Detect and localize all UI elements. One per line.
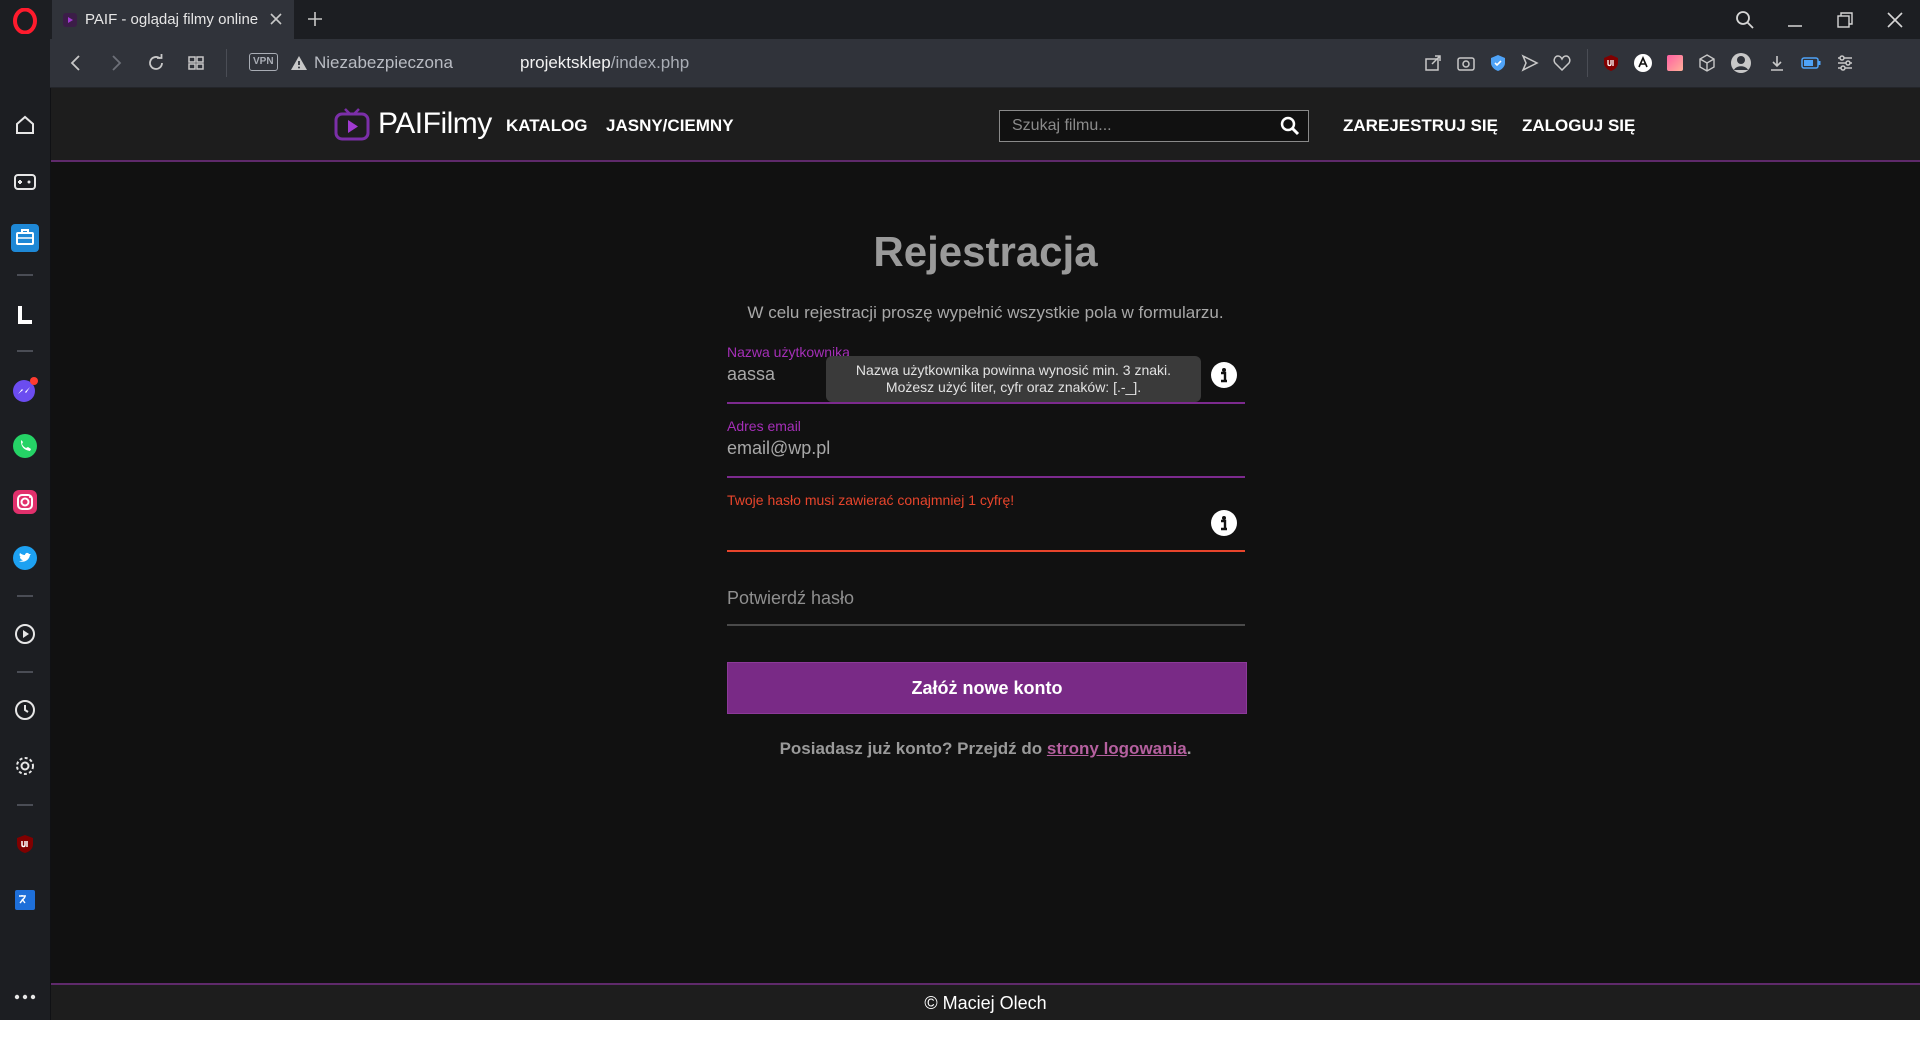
heart-icon[interactable] bbox=[1551, 52, 1573, 74]
email-label: Adres email bbox=[727, 418, 801, 434]
vpn-badge[interactable]: VPN bbox=[249, 53, 278, 71]
confirm-password-underline bbox=[727, 624, 1245, 626]
password-error-message: Twoje hasło musi zawierać conajmniej 1 c… bbox=[727, 492, 1015, 508]
sidebar-separator bbox=[17, 350, 33, 352]
reload-icon[interactable] bbox=[144, 51, 168, 75]
logo-text: PAIFilmy bbox=[378, 107, 492, 140]
tracker-blocker-shield-icon[interactable] bbox=[1487, 52, 1509, 74]
sidebar-separator bbox=[17, 804, 33, 806]
theme-dark-label: CIEMNY bbox=[667, 116, 734, 135]
ublock-icon[interactable] bbox=[10, 829, 40, 859]
instagram-icon[interactable] bbox=[10, 487, 40, 517]
battery-saver-icon[interactable] bbox=[1800, 52, 1822, 74]
more-options-icon[interactable] bbox=[10, 982, 40, 1012]
tooltip-line-2: Możesz użyć liter, cyfr oraz znaków: [.-… bbox=[885, 379, 1142, 395]
tab-favicon-icon bbox=[63, 12, 77, 27]
password-field[interactable]: Twoje hasło musi zawierać conajmniej 1 c… bbox=[727, 492, 1245, 552]
login-hint-suffix: . bbox=[1186, 739, 1192, 758]
profile-avatar-icon[interactable] bbox=[1730, 52, 1752, 74]
search-tabs-icon[interactable] bbox=[1733, 8, 1757, 32]
l-app-icon[interactable] bbox=[10, 300, 40, 330]
confirm-password-field[interactable]: Potwierdź hasło bbox=[727, 566, 1245, 626]
settings-gear-icon[interactable] bbox=[10, 751, 40, 781]
create-account-button[interactable]: Załóż nowe konto bbox=[727, 662, 1247, 714]
browser-sidebar bbox=[0, 0, 51, 1020]
ublock-extension-icon[interactable] bbox=[1600, 52, 1622, 74]
login-hint-text: Posiadasz już konto? Przejdź do bbox=[779, 739, 1047, 758]
opera-logo-icon[interactable] bbox=[10, 6, 40, 36]
email-underline bbox=[727, 476, 1245, 478]
page-subtitle: W celu rejestracji proszę wypełnić wszys… bbox=[747, 303, 1224, 322]
login-page-link[interactable]: strony logowania bbox=[1047, 739, 1187, 758]
cube-extension-icon[interactable] bbox=[1696, 52, 1718, 74]
sidebar-separator bbox=[17, 595, 33, 597]
color-extension-icon[interactable] bbox=[1664, 52, 1686, 74]
page-title: Rejestracja bbox=[873, 228, 1098, 275]
password-info-icon[interactable] bbox=[1211, 510, 1237, 536]
forward-icon[interactable] bbox=[104, 51, 128, 75]
toolbar-divider bbox=[226, 49, 227, 77]
nav-catalog-link[interactable]: KATALOG bbox=[506, 116, 588, 136]
player-icon[interactable] bbox=[10, 619, 40, 649]
address-bar: VPN Niezabezpieczona projektsklep/index.… bbox=[50, 39, 1920, 88]
twitter-icon[interactable] bbox=[10, 543, 40, 573]
workspace-briefcase-icon[interactable] bbox=[10, 223, 40, 253]
nav-login-link[interactable]: ZALOGUJ SIĘ bbox=[1522, 116, 1635, 136]
tab-title: PAIF - oglądaj filmy online bbox=[85, 11, 259, 28]
toolbar-divider bbox=[1587, 49, 1588, 77]
url-host: projektsklep bbox=[520, 53, 611, 72]
username-tooltip: Nazwa użytkownika powinna wynosić min. 3… bbox=[826, 356, 1201, 402]
tooltip-line-1: Nazwa użytkownika powinna wynosić min. 3… bbox=[855, 362, 1172, 378]
username-value[interactable]: aassa bbox=[727, 364, 775, 385]
back-icon[interactable] bbox=[64, 51, 88, 75]
email-value[interactable]: email@wp.pl bbox=[727, 438, 830, 459]
site-footer: © Maciej Olech bbox=[51, 983, 1920, 1020]
tab-strip: PAIF - oglądaj filmy online bbox=[50, 0, 1920, 39]
new-tab-icon[interactable] bbox=[306, 10, 324, 33]
footer-text: © Maciej Olech bbox=[924, 993, 1047, 1013]
login-hint: Posiadasz już konto? Przejdź do strony l… bbox=[51, 739, 1920, 759]
sidebar-separator bbox=[17, 274, 33, 276]
page-viewport: PAIFilmy KATALOG JASNY/CIEMNY ZAREJESTRU… bbox=[51, 88, 1920, 1020]
sidebar-separator bbox=[17, 671, 33, 673]
theme-toggle-link[interactable]: JASNY/CIEMNY bbox=[606, 116, 734, 136]
game-controller-icon[interactable] bbox=[10, 167, 40, 197]
confirm-password-placeholder: Potwierdź hasło bbox=[727, 588, 855, 608]
close-tab-icon[interactable] bbox=[268, 11, 284, 31]
security-indicator[interactable]: Niezabezpieczona bbox=[290, 53, 453, 73]
minimize-icon[interactable] bbox=[1783, 8, 1807, 32]
nav-register-link[interactable]: ZAREJESTRUJ SIĘ bbox=[1343, 116, 1498, 136]
translate-extension-icon[interactable] bbox=[1632, 52, 1654, 74]
download-icon[interactable] bbox=[1766, 52, 1788, 74]
site-logo[interactable]: PAIFilmy bbox=[334, 106, 492, 142]
restore-window-icon[interactable] bbox=[1833, 8, 1857, 32]
search-box bbox=[999, 110, 1309, 142]
messenger-icon[interactable] bbox=[10, 375, 40, 405]
whatsapp-icon[interactable] bbox=[10, 431, 40, 461]
history-clock-icon[interactable] bbox=[10, 695, 40, 725]
warning-icon bbox=[291, 56, 307, 70]
bottom-strip bbox=[0, 1020, 1920, 1045]
url-path: /index.php bbox=[610, 53, 690, 72]
username-underline bbox=[727, 402, 1245, 404]
tabs-grid-icon[interactable] bbox=[184, 51, 208, 75]
tv-play-logo-icon bbox=[334, 108, 370, 141]
snapshot-camera-icon[interactable] bbox=[1455, 52, 1477, 74]
share-icon[interactable] bbox=[1422, 52, 1444, 74]
email-field[interactable]: Adres email email@wp.pl bbox=[727, 418, 1245, 478]
send-icon[interactable] bbox=[1519, 52, 1541, 74]
translate-icon[interactable] bbox=[10, 885, 40, 915]
home-icon[interactable] bbox=[10, 110, 40, 140]
browser-tab[interactable]: PAIF - oglądaj filmy online bbox=[52, 0, 294, 39]
close-window-icon[interactable] bbox=[1883, 8, 1907, 32]
site-header: PAIFilmy KATALOG JASNY/CIEMNY ZAREJESTRU… bbox=[51, 88, 1920, 162]
url-field[interactable]: projektsklep/index.php bbox=[520, 53, 689, 73]
security-text: Niezabezpieczona bbox=[314, 53, 453, 72]
password-underline bbox=[727, 550, 1245, 552]
theme-light-label: JASNY/ bbox=[606, 116, 668, 135]
search-input[interactable] bbox=[1000, 111, 1284, 141]
search-icon[interactable] bbox=[1280, 116, 1300, 136]
easy-setup-icon[interactable] bbox=[1834, 52, 1856, 74]
username-info-icon[interactable] bbox=[1211, 362, 1237, 388]
